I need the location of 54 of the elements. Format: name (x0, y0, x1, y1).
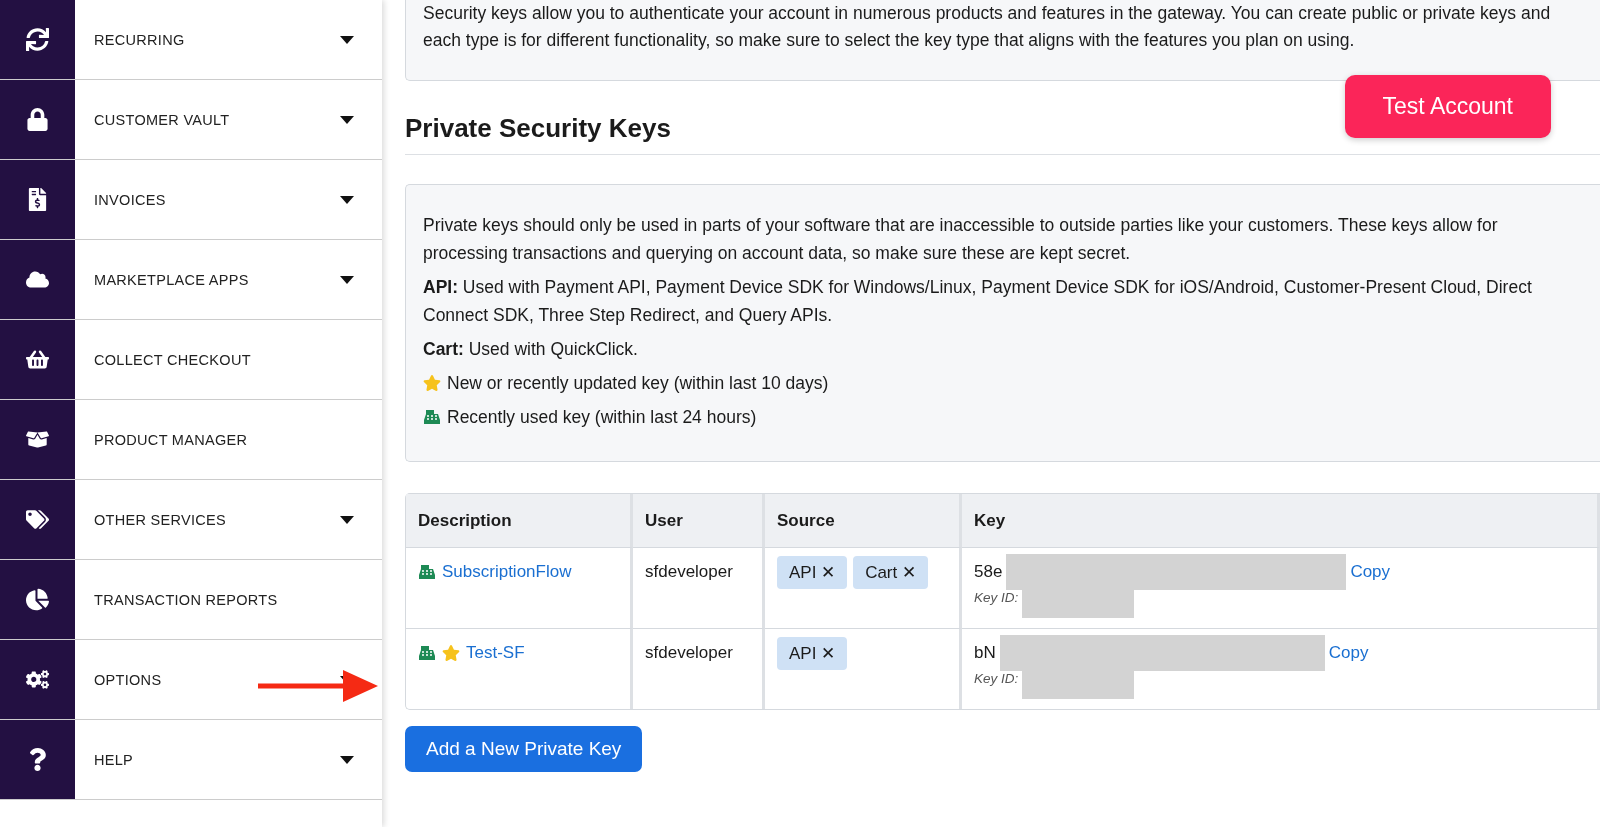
sync-icon (26, 28, 49, 51)
user-cell: sfdeveloper (645, 562, 733, 582)
sidebar-label: COLLECT CHECKOUT (94, 351, 251, 368)
cash-register-icon (423, 408, 441, 427)
sidebar-label: OPTIONS (94, 671, 162, 688)
test-account-button[interactable]: Test Account (1344, 75, 1551, 138)
invoice-icon (26, 188, 49, 211)
column-header: Key (962, 494, 1600, 549)
key-description-link[interactable]: Test-SF (466, 643, 525, 664)
key-prefix: bN (974, 643, 996, 664)
intro-text: Security keys allow you to authenticate your account in numerous products and features in the gateway. You can create public or private keys and each type is for different functionality, so make sure to select the key type that aligns with the features you plan on using. (423, 2, 1552, 53)
source-tag[interactable]: Cart ✕ (853, 556, 928, 590)
info-text: Cart: Used with QuickClick. (423, 338, 639, 362)
column-header: Description (406, 494, 633, 549)
legend-text: Recently used key (within last 24 hours) (447, 406, 757, 430)
sidebar-item[interactable]: PRODUCT MANAGER (0, 400, 382, 480)
add-key-button[interactable]: Add a New Private Key (405, 726, 643, 773)
sidebar-label: MARKETPLACE APPS (94, 271, 249, 288)
sidebar-item[interactable]: TRANSACTION REPORTS (0, 560, 382, 640)
sidebar-item[interactable]: MARKETPLACE APPS (0, 240, 382, 320)
sidebar-label: INVOICES (94, 191, 166, 208)
sidebar-label: OTHER SERVICES (94, 511, 227, 528)
sidebar-item[interactable]: COLLECT CHECKOUT (0, 320, 382, 400)
sidebar-label: PRODUCT MANAGER (94, 431, 248, 448)
star-icon (423, 374, 441, 393)
open-box-icon (26, 428, 49, 451)
sidebar-label: HELP (94, 751, 134, 768)
tags-icon (26, 508, 49, 531)
pie-chart-icon (26, 588, 49, 611)
copy-link[interactable]: Copy (1350, 562, 1391, 583)
column-header: Source (765, 494, 962, 549)
gears-icon (26, 668, 49, 691)
column-header: User (633, 494, 765, 549)
sidebar-label: TRANSACTION REPORTS (94, 591, 278, 608)
sidebar-item[interactable]: HELP (0, 720, 382, 800)
info-text: Private keys should only be used in parts of your software that are inaccessible to outside parties like your customers. These keys allow for processing transactions and querying on account data, so make sure these are kept secret. (423, 214, 1499, 266)
sidebar-item[interactable]: RECURRING (0, 0, 382, 80)
sidebar-item[interactable]: OTHER SERVICES (0, 480, 382, 560)
source-tag[interactable]: API ✕ (777, 637, 848, 671)
key-description-link[interactable]: SubscriptionFlow (442, 562, 572, 583)
key-prefix: 58e (974, 562, 1003, 583)
source-tag[interactable]: API ✕ (777, 556, 848, 590)
lock-icon (26, 108, 49, 131)
key-id-label: Key ID: (974, 590, 1019, 606)
info-text: API: Used with Payment API, Payment Device SDK for Windows/Linux, Payment Device SDK for iOS/Android, Customer-Present Cloud, Direct Connect SDK, Three Step Redirect, and Query APIs. (423, 276, 1533, 328)
key-id-label: Key ID: (974, 671, 1019, 687)
sidebar-label: RECURRING (94, 31, 185, 48)
copy-link[interactable]: Copy (1328, 643, 1369, 664)
sidebar-item[interactable]: INVOICES (0, 160, 382, 240)
user-cell: sfdeveloper (645, 643, 733, 663)
sidebar-item[interactable]: CUSTOMER VAULT (0, 80, 382, 160)
basket-icon (26, 348, 49, 371)
legend-text: New or recently updated key (within last 10 days) (447, 372, 829, 396)
sidebar-label: CUSTOMER VAULT (94, 111, 230, 128)
